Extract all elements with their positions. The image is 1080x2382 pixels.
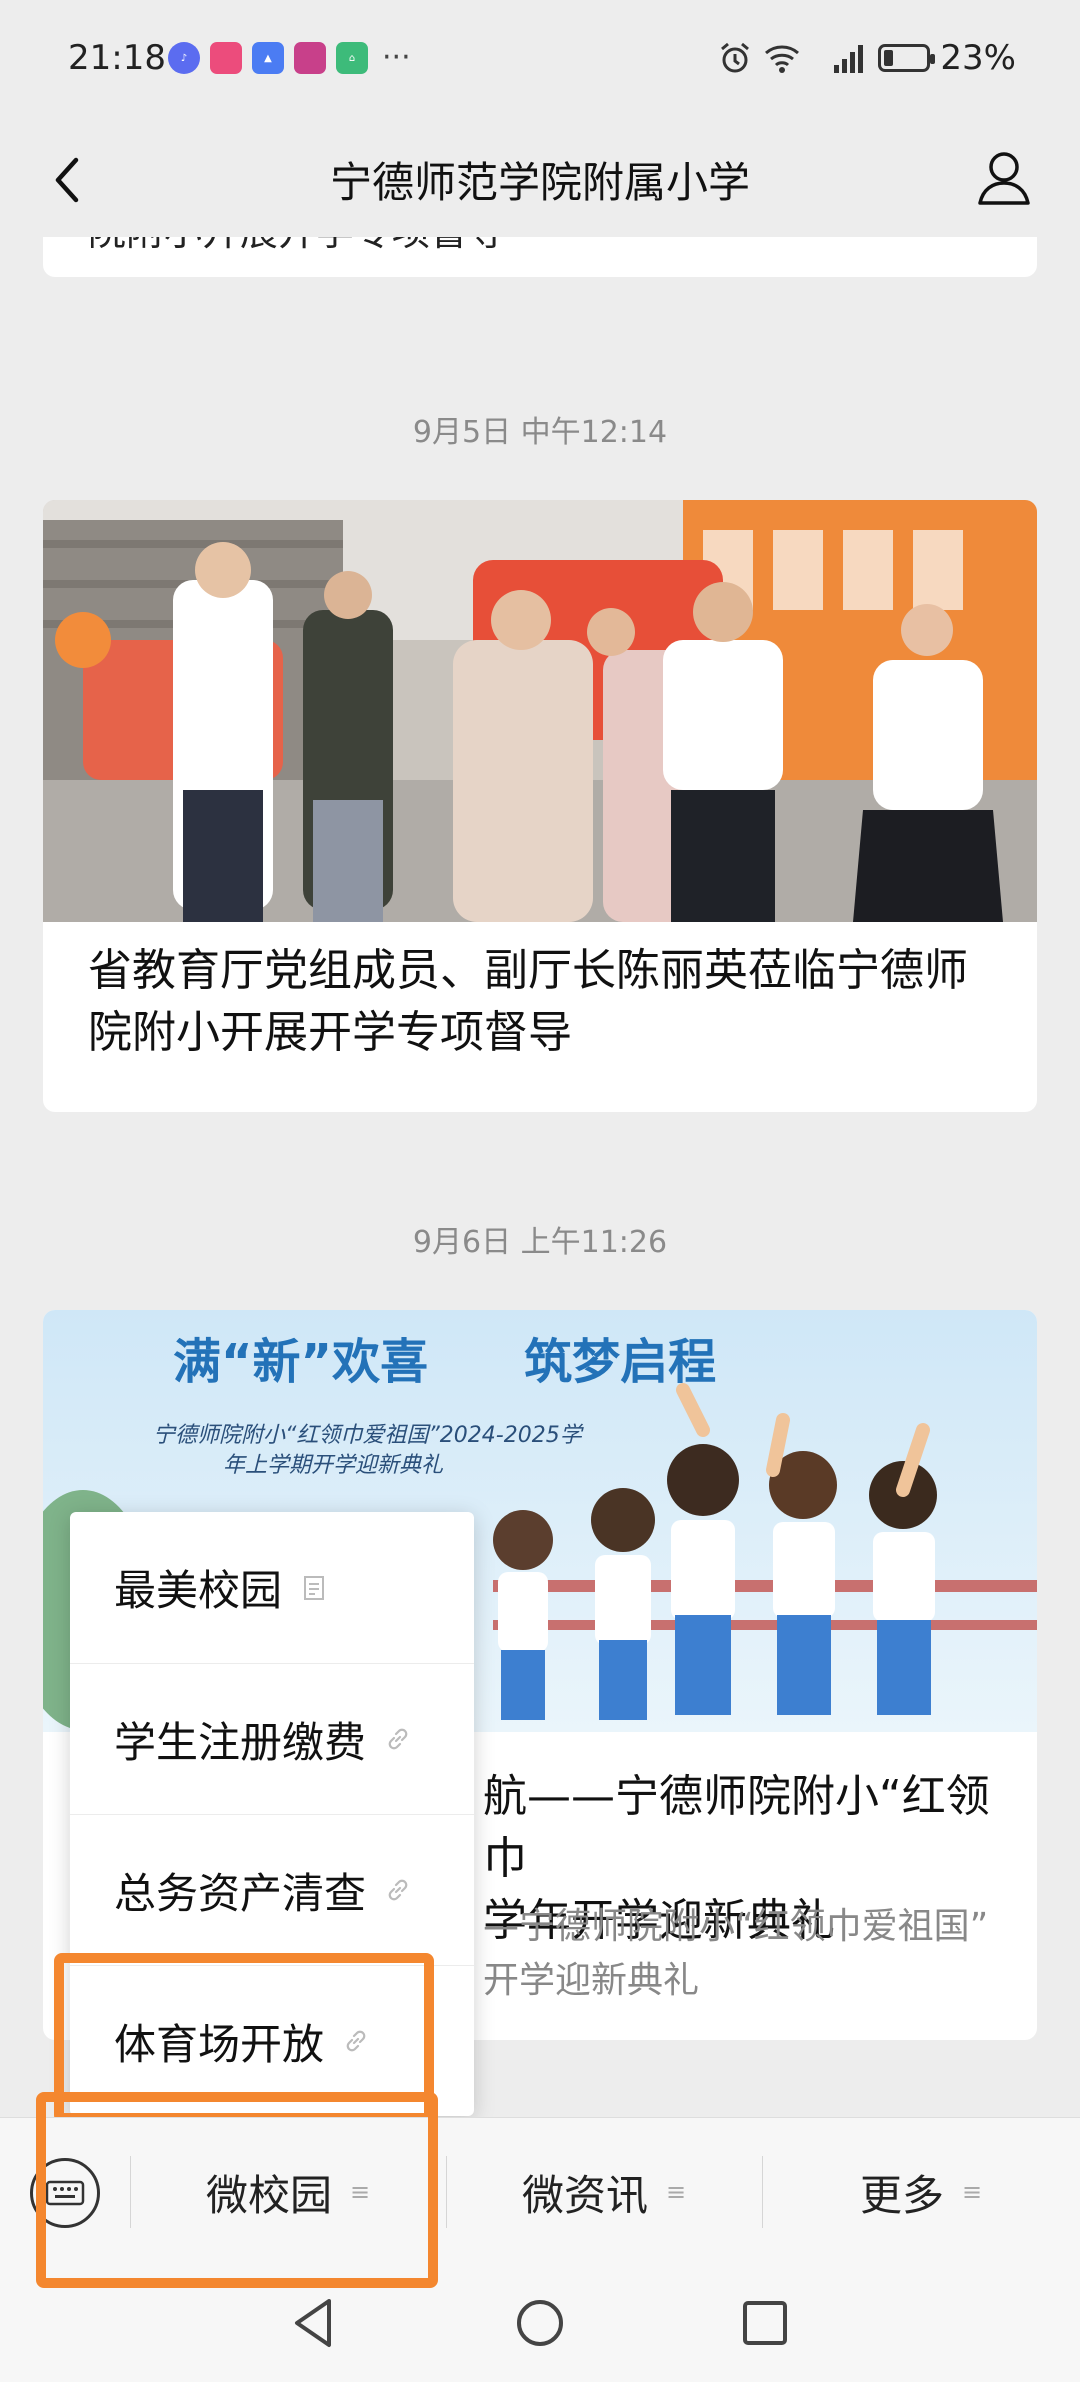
- alarm-icon: [721, 42, 750, 73]
- battery-percent: 23%: [940, 38, 1016, 78]
- menu-item-label: 总务资产清查: [114, 1868, 367, 1918]
- menu-item-label: 学生注册缴费: [114, 1717, 367, 1767]
- submenu-icon: ≡: [665, 2178, 687, 2206]
- system-recents-icon[interactable]: [735, 2293, 795, 2353]
- menu-item-asset-check[interactable]: 总务资产清查: [70, 1814, 474, 1965]
- menu-item-label: 最美校园: [114, 1566, 283, 1615]
- tab-more[interactable]: 更多 ≡: [762, 2118, 1080, 2266]
- status-bar: 21:18 ♪ ▲ ⌂ ··· 23%: [0, 0, 1080, 125]
- article-card[interactable]: 院附小开展开学专项督导: [43, 237, 1037, 277]
- system-back-icon[interactable]: [285, 2293, 345, 2353]
- banner-headline: 满“新”欢喜 筑梦启程: [173, 1334, 716, 1390]
- nav-bar: 宁德师范学院附属小学: [0, 125, 1080, 237]
- article-cover-photo: [43, 500, 1037, 922]
- profile-icon[interactable]: [972, 145, 1036, 209]
- magenta-app-icon: [294, 42, 326, 74]
- article-card[interactable]: 省教育厅党组成员、副厅长陈丽英莅临宁德师院附小开展开学专项督导: [43, 500, 1037, 1112]
- graduation-app-icon: ▲: [252, 42, 284, 74]
- page-title: 宁德师范学院附属小学: [329, 158, 750, 207]
- tab-wei-zixun[interactable]: 微资讯 ≡: [446, 2118, 762, 2266]
- battery-icon: [878, 44, 936, 72]
- status-time: 21:18: [68, 38, 166, 78]
- menu-item-registration[interactable]: 学生注册缴费: [70, 1663, 474, 1814]
- cellular-signal-icon: [834, 45, 864, 73]
- wifi-icon: [765, 45, 800, 73]
- banner-subtitle: 宁德师院附小“红领巾爱祖国”2024-2025学: [153, 1423, 585, 1448]
- timestamp: 9月6日 上午11:26: [412, 1225, 668, 1260]
- home-app-icon: ⌂: [336, 42, 368, 74]
- music-app-icon: ♪: [168, 42, 200, 74]
- menu-item-campus[interactable]: 最美校园: [70, 1512, 474, 1663]
- tab-label: 微资讯: [521, 2170, 648, 2220]
- tab-label: 更多: [859, 2170, 944, 2220]
- link-icon: [388, 1728, 408, 1750]
- notification-icons: ♪ ▲ ⌂ ···: [168, 42, 411, 74]
- system-home-icon[interactable]: [510, 2293, 570, 2353]
- lolo-app-icon: [210, 42, 242, 74]
- highlight-box-tab: [36, 2092, 438, 2288]
- article-digest: —宁德师院附小“红领巾爱祖国” 开学迎新典礼: [483, 1906, 989, 2001]
- timestamp: 9月5日 中午12:14: [412, 415, 668, 450]
- submenu-icon: ≡: [961, 2178, 983, 2206]
- more-notifications-icon: ···: [382, 40, 411, 75]
- article-icon: [304, 1575, 325, 1600]
- article-title: 省教育厅党组成员、副厅长陈丽英莅临宁德师院附小开展开学专项督导: [88, 945, 968, 1058]
- status-right: 23%: [718, 38, 1016, 78]
- article-title: 院附小开展开学专项督导: [88, 237, 506, 256]
- banner-subtitle: 年上学期开学迎新典礼: [223, 1453, 444, 1478]
- link-icon: [388, 1879, 408, 1901]
